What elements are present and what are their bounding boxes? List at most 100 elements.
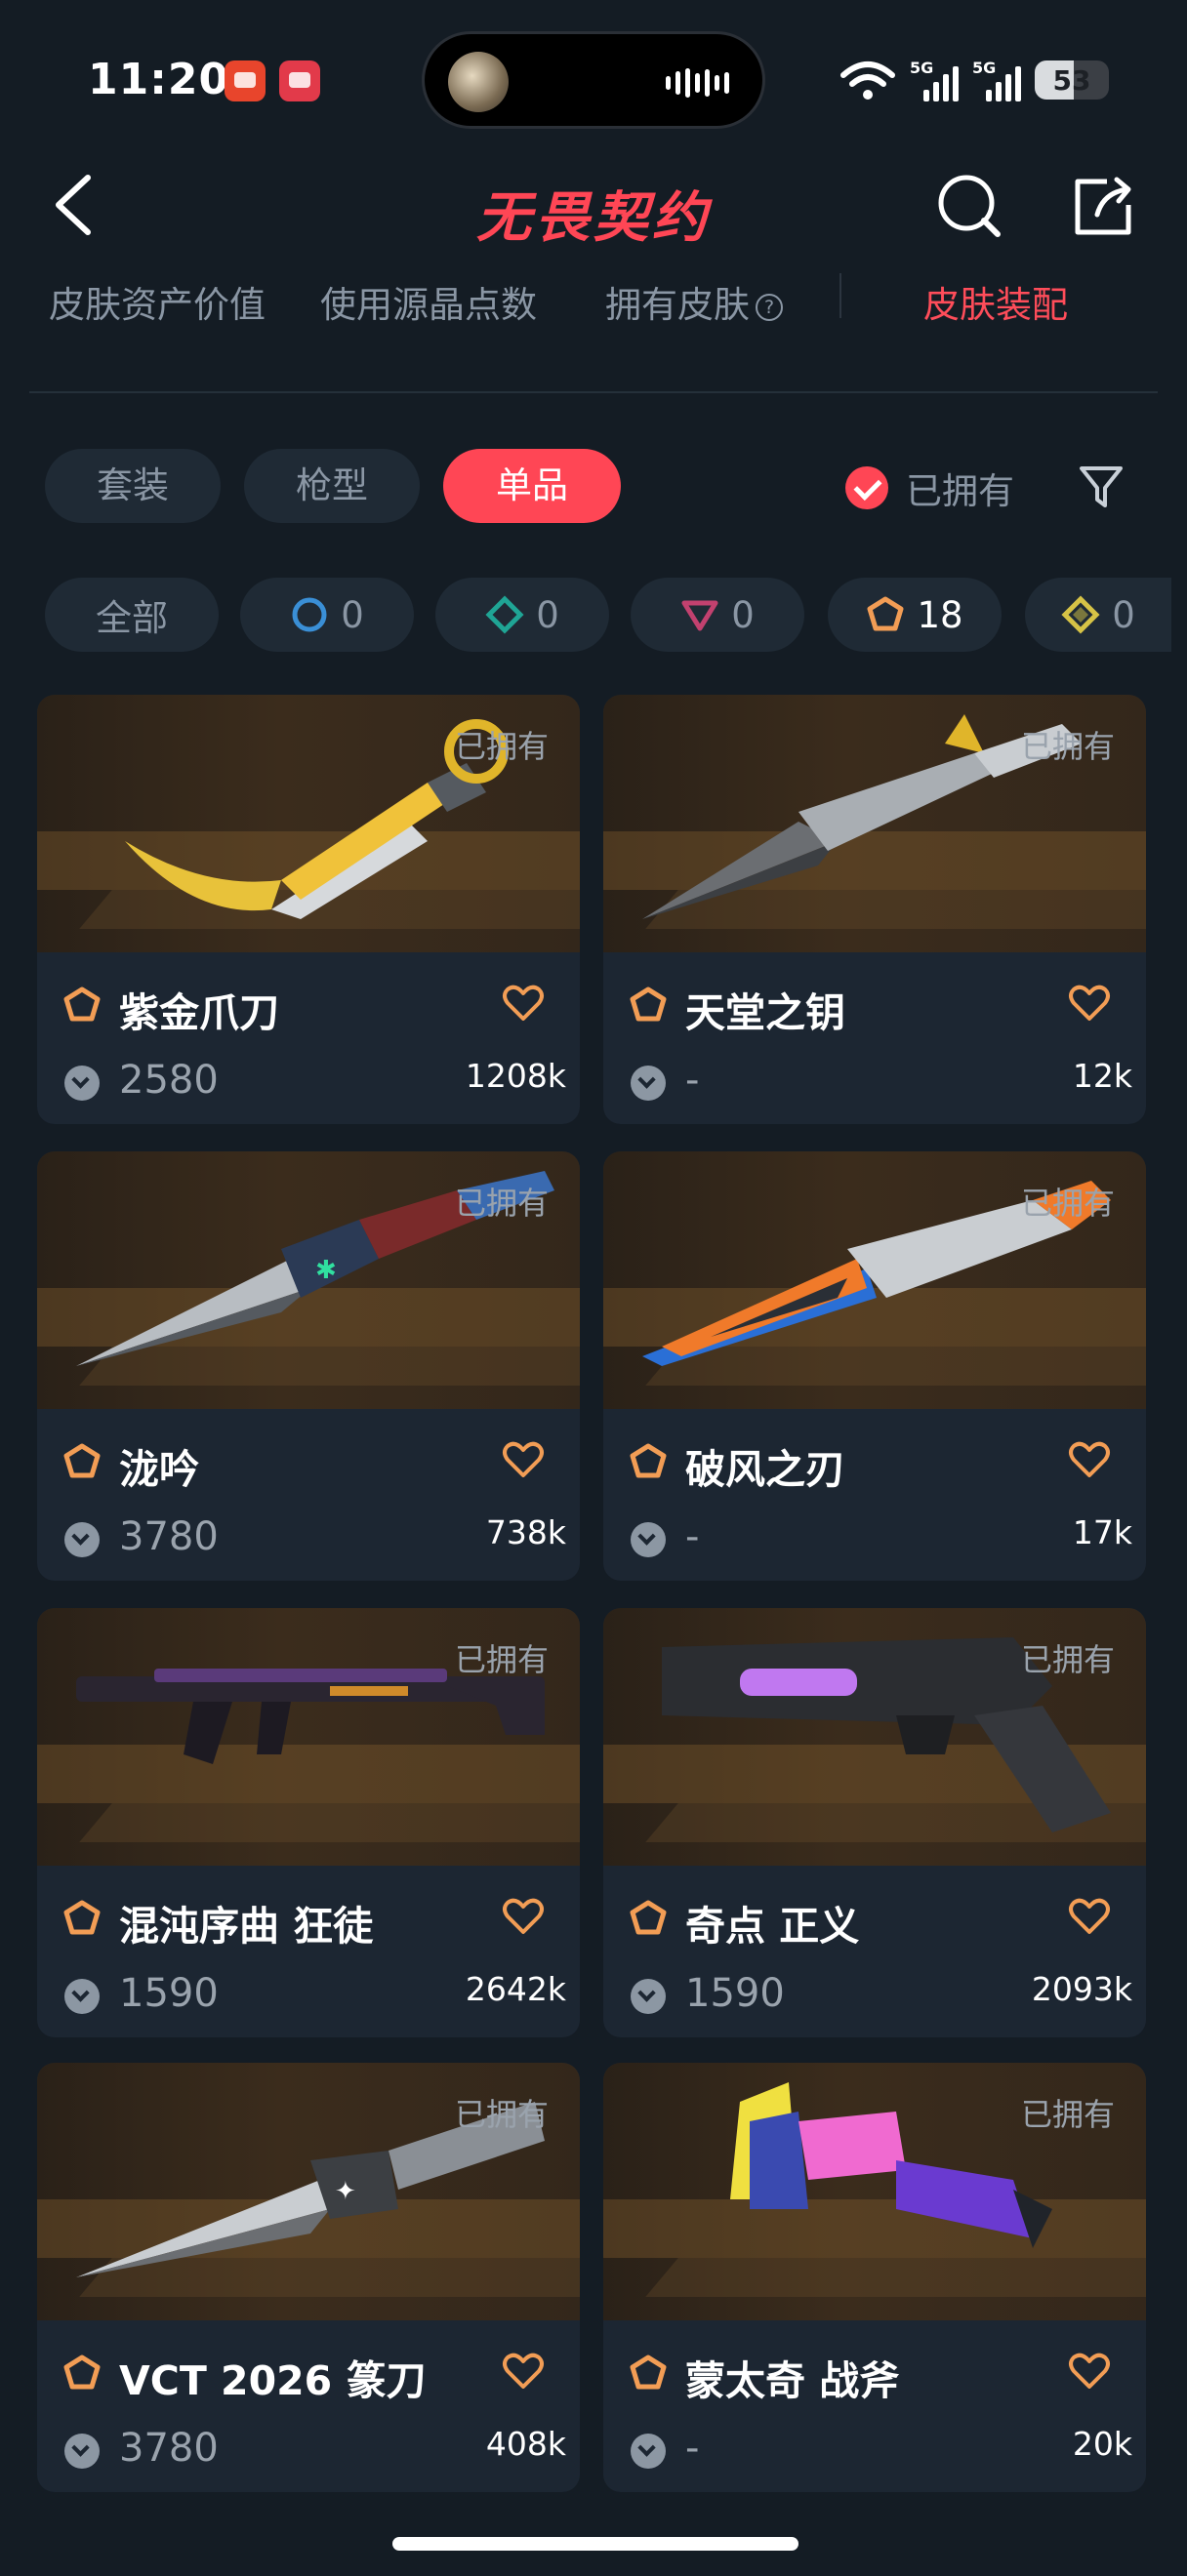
- notification-app-icon: [279, 60, 320, 101]
- owned-badge: 已拥有: [454, 1641, 549, 1678]
- notification-app-icon: [225, 60, 266, 101]
- owned-toggle[interactable]: 已拥有: [845, 459, 1014, 517]
- skin-name: 泷吟: [119, 1446, 199, 1493]
- tier-filter-exclusive[interactable]: 18: [828, 578, 1002, 652]
- vp-currency-icon: [64, 1979, 100, 2014]
- home-indicator[interactable]: [392, 2537, 798, 2551]
- exclusive-tier-icon: [630, 1443, 667, 1478]
- skin-image: 已拥有: [603, 1608, 1146, 1866]
- heart-icon[interactable]: [1068, 1897, 1111, 1936]
- filter-funnel-icon[interactable]: [1078, 463, 1125, 511]
- skin-price: -: [685, 2426, 700, 2471]
- skin-price: -: [685, 1514, 700, 1559]
- svg-text:✦: ✦: [335, 2177, 356, 2206]
- skin-image: 已拥有: [37, 1608, 580, 1866]
- status-bar: 11:20 5G 5G 53: [0, 0, 1187, 146]
- heart-icon[interactable]: [502, 984, 545, 1023]
- owned-badge: 已拥有: [1020, 1185, 1115, 1222]
- audio-waveform-icon: [666, 67, 729, 99]
- help-icon[interactable]: ?: [756, 293, 783, 321]
- tab-skin-loadout[interactable]: 皮肤装配: [923, 275, 1068, 328]
- skin-image: 已拥有: [603, 2063, 1146, 2320]
- skin-price: 3780: [119, 1514, 219, 1559]
- wifi-icon: [840, 61, 895, 100]
- skin-name: VCT 2026 篆刀: [119, 2357, 427, 2404]
- skin-image: 已拥有: [603, 695, 1146, 952]
- tier-filter-all[interactable]: 全部: [45, 578, 219, 652]
- vp-currency-icon: [631, 1522, 666, 1557]
- exclusive-tier-icon: [63, 2355, 101, 2390]
- heart-icon[interactable]: [502, 1440, 545, 1479]
- owned-badge: 已拥有: [454, 1185, 549, 1222]
- skin-card[interactable]: 已拥有 天堂之钥 - 12k: [603, 695, 1146, 1124]
- dynamic-island[interactable]: [422, 31, 765, 129]
- owned-badge: 已拥有: [454, 2096, 549, 2133]
- skin-name: 紫金爪刀: [119, 989, 279, 1036]
- favorite-count: 20k: [1072, 2425, 1132, 2463]
- top-tab-bar: 皮肤资产价值 使用源晶点数 拥有皮肤? 皮肤装配: [0, 263, 1187, 342]
- skin-card[interactable]: 已拥有 紫金爪刀 2580 1208k: [37, 695, 580, 1124]
- skin-card[interactable]: ✦ 已拥有 VCT 2026 篆刀 3780 408k: [37, 2063, 580, 2492]
- vp-currency-icon: [631, 1979, 666, 2014]
- favorite-count: 12k: [1072, 1057, 1132, 1095]
- filter-bundle[interactable]: 套装: [45, 449, 221, 523]
- exclusive-tier-icon: [63, 1443, 101, 1478]
- search-icon[interactable]: [935, 172, 1003, 240]
- skin-image: ✱ 已拥有: [37, 1151, 580, 1409]
- tab-divider: [839, 273, 841, 318]
- skin-name: 混沌序曲 狂徒: [119, 1903, 374, 1950]
- favorite-count: 408k: [485, 2425, 566, 2463]
- vp-currency-icon: [64, 2434, 100, 2469]
- favorite-count: 2093k: [1031, 1970, 1132, 2008]
- system-icons: 5G 5G 53: [839, 59, 1109, 101]
- app-header: 无畏契约: [0, 156, 1187, 254]
- skin-name: 破风之刃: [685, 1446, 845, 1493]
- tier-filter-deluxe[interactable]: 0: [435, 578, 609, 652]
- skin-image: 已拥有: [37, 695, 580, 952]
- owned-badge: 已拥有: [1020, 2096, 1115, 2133]
- skin-card[interactable]: 已拥有 混沌序曲 狂徒 1590 2642k: [37, 1608, 580, 2037]
- heart-icon[interactable]: [502, 2352, 545, 2391]
- filter-weapon-type[interactable]: 枪型: [244, 449, 420, 523]
- skin-name: 奇点 正义: [685, 1903, 860, 1950]
- tier-filter-select[interactable]: 0: [240, 578, 414, 652]
- exclusive-tier-icon: [630, 2355, 667, 2390]
- vp-currency-icon: [631, 2434, 666, 2469]
- heart-icon[interactable]: [502, 1897, 545, 1936]
- skin-name: 蒙太奇 战斧: [685, 2357, 900, 2404]
- skin-card[interactable]: ✱ 已拥有 泷吟 3780 738k: [37, 1151, 580, 1581]
- heart-icon[interactable]: [1068, 984, 1111, 1023]
- skin-price: 3780: [119, 2426, 219, 2471]
- exclusive-tier-icon: [867, 596, 904, 631]
- status-time: 11:20: [88, 55, 230, 104]
- skin-price: -: [685, 1058, 700, 1103]
- vp-currency-icon: [631, 1066, 666, 1101]
- exclusive-tier-icon: [630, 1900, 667, 1935]
- skin-image: 已拥有: [603, 1151, 1146, 1409]
- divider: [29, 391, 1158, 393]
- heart-icon[interactable]: [1068, 2352, 1111, 2391]
- svg-text:✱: ✱: [315, 1256, 337, 1285]
- tab-asset-value[interactable]: 皮肤资产价值: [49, 275, 266, 328]
- tier-filter-ultra[interactable]: 0: [1025, 578, 1171, 652]
- heart-icon[interactable]: [1068, 1440, 1111, 1479]
- exclusive-tier-icon: [63, 1900, 101, 1935]
- skin-card[interactable]: 已拥有 奇点 正义 1590 2093k: [603, 1608, 1146, 2037]
- tab-vp-used[interactable]: 使用源晶点数: [320, 275, 537, 328]
- share-icon[interactable]: [1068, 172, 1136, 240]
- vp-currency-icon: [64, 1066, 100, 1101]
- battery-icon: 53: [1035, 60, 1109, 100]
- skin-card[interactable]: 已拥有 蒙太奇 战斧 - 20k: [603, 2063, 1146, 2492]
- skin-price: 2580: [119, 1058, 219, 1103]
- skin-price: 1590: [685, 1971, 785, 2016]
- tier-filter-premium[interactable]: 0: [631, 578, 804, 652]
- tab-owned-skins[interactable]: 拥有皮肤?: [605, 275, 783, 328]
- owned-badge: 已拥有: [454, 728, 549, 765]
- owned-badge: 已拥有: [1020, 1641, 1115, 1678]
- favorite-count: 17k: [1072, 1513, 1132, 1551]
- media-artwork-icon: [448, 52, 509, 112]
- favorite-count: 2642k: [465, 1970, 566, 2008]
- exclusive-tier-icon: [63, 986, 101, 1022]
- filter-single-item[interactable]: 单品: [443, 449, 621, 523]
- skin-card[interactable]: 已拥有 破风之刃 - 17k: [603, 1151, 1146, 1581]
